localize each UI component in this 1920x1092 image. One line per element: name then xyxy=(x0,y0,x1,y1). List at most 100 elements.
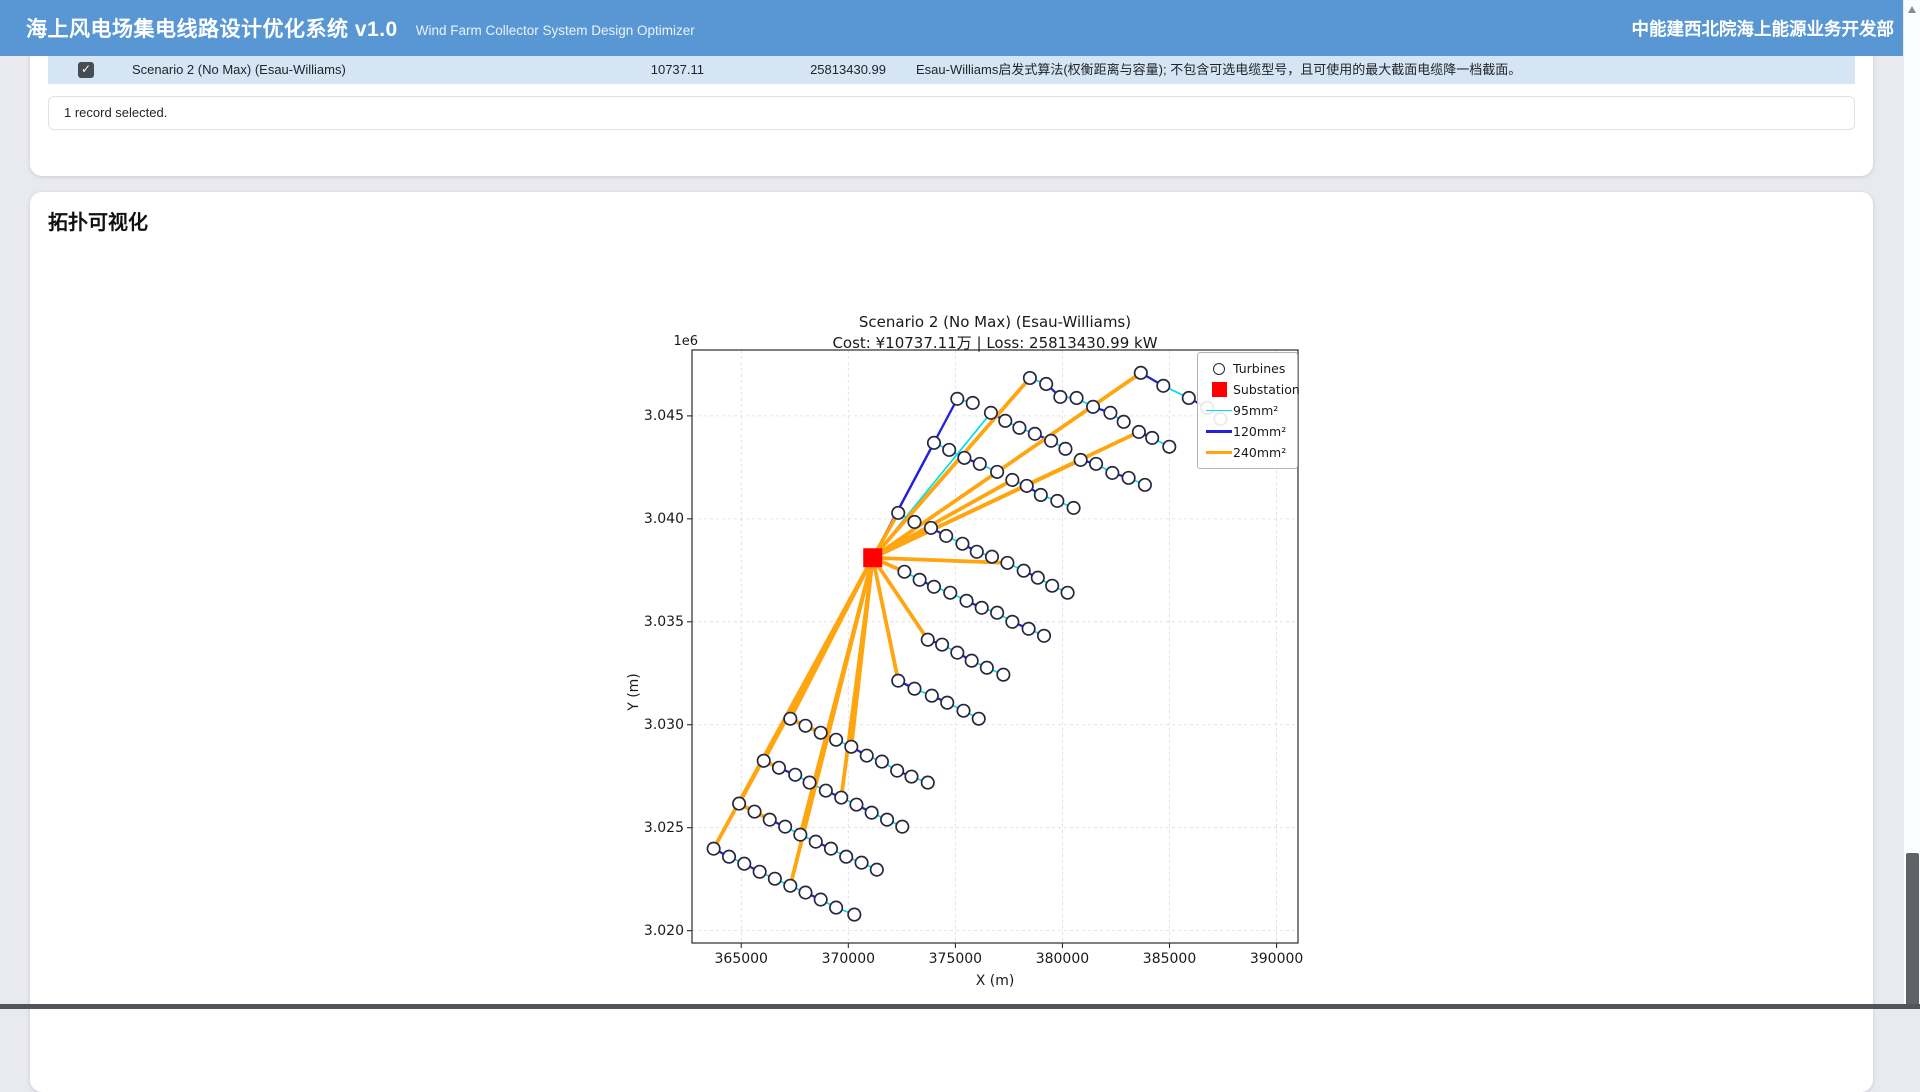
chart-legend: TurbinesSubstation95mm²120mm²240mm² xyxy=(1197,352,1298,469)
legend-label: 120mm² xyxy=(1233,424,1286,439)
turbine-marker xyxy=(951,393,963,405)
turbine-marker xyxy=(965,655,977,667)
x-tick-label: 365000 xyxy=(696,950,786,968)
turbine-marker xyxy=(940,530,952,542)
turbine-marker xyxy=(1135,367,1147,379)
x-axis-label: X (m) xyxy=(692,973,1298,989)
turbine-marker xyxy=(936,638,948,650)
topology-card: 拓扑可视化 Scenario 2 (No Max) (Esau-Williams… xyxy=(30,192,1873,1092)
turbine-marker xyxy=(845,741,857,753)
turbine-marker xyxy=(892,507,904,519)
app-header: 海上风电场集电线路设计优化系统 v1.0 Wind Farm Collector… xyxy=(0,0,1920,56)
turbine-marker xyxy=(881,813,893,825)
legend-item: 120mm² xyxy=(1205,421,1290,442)
turbine-marker xyxy=(748,805,760,817)
turbine-marker xyxy=(1006,616,1018,628)
turbine-marker xyxy=(944,587,956,599)
turbine-marker xyxy=(967,397,979,409)
turbine-marker xyxy=(898,566,910,578)
turbine-marker xyxy=(925,522,937,534)
turbine-marker xyxy=(941,697,953,709)
turbine-marker xyxy=(825,842,837,854)
y-tick-label: 3.045 xyxy=(622,407,684,425)
turbine-marker xyxy=(1157,380,1169,392)
turbine-marker xyxy=(1059,443,1071,455)
turbine-marker xyxy=(905,770,917,782)
cable-legend-icon-240 xyxy=(1205,451,1233,455)
turbine-marker xyxy=(1104,407,1116,419)
turbine-marker xyxy=(794,828,806,840)
turbine-marker xyxy=(892,674,904,686)
cable-legend-icon-120 xyxy=(1205,430,1233,432)
y-tick-label: 3.020 xyxy=(622,922,684,940)
turbine-marker xyxy=(764,813,776,825)
turbine-marker xyxy=(758,755,770,767)
turbine-marker xyxy=(1045,435,1057,447)
turbine-marker xyxy=(928,581,940,593)
turbine-marker xyxy=(971,546,983,558)
turbine-marker xyxy=(985,407,997,419)
turbine-marker xyxy=(850,798,862,810)
turbine-marker xyxy=(1087,401,1099,413)
legend-item: Turbines xyxy=(1205,358,1290,379)
turbine-marker xyxy=(1035,489,1047,501)
turbine-marker xyxy=(876,755,888,767)
turbine-marker xyxy=(908,683,920,695)
turbine-marker xyxy=(848,908,860,920)
turbine-marker xyxy=(958,452,970,464)
turbine-marker xyxy=(835,791,847,803)
page-scrollbar[interactable] xyxy=(1903,0,1920,1009)
x-tick-label: 375000 xyxy=(910,950,1000,968)
turbine-marker xyxy=(855,856,867,868)
legend-item: 240mm² xyxy=(1205,442,1290,463)
turbine-marker xyxy=(896,820,908,832)
turbine-marker xyxy=(830,734,842,746)
turbine-marker xyxy=(991,466,1003,478)
turbine-marker xyxy=(1074,454,1086,466)
turbine-marker xyxy=(1054,391,1066,403)
y-tick-label: 3.035 xyxy=(622,613,684,631)
turbine-marker xyxy=(926,690,938,702)
topology-chart: Scenario 2 (No Max) (Esau-Williams) Cost… xyxy=(590,305,1390,1025)
turbine-marker xyxy=(986,551,998,563)
turbine-marker xyxy=(1038,630,1050,642)
turbine-marker xyxy=(957,705,969,717)
turbine-marker xyxy=(976,602,988,614)
chart-title: Scenario 2 (No Max) (Esau-Williams) xyxy=(692,313,1298,331)
turbine-marker xyxy=(1020,480,1032,492)
turbine-marker xyxy=(1117,416,1129,428)
turbine-marker xyxy=(1024,372,1036,384)
turbine-marker xyxy=(1029,428,1041,440)
app-subtitle: Wind Farm Collector System Design Optimi… xyxy=(416,23,695,38)
x-tick-label: 390000 xyxy=(1232,950,1322,968)
legend-label: 95mm² xyxy=(1233,403,1278,418)
cable-legend-icon-95 xyxy=(1205,410,1233,412)
turbine-marker xyxy=(733,797,745,809)
window-bottom-edge xyxy=(0,1004,1920,1009)
turbine-marker xyxy=(922,776,934,788)
turbine-marker xyxy=(997,669,1009,681)
row-checkbox-checked-icon[interactable] xyxy=(78,62,94,78)
scrollbar-thumb[interactable] xyxy=(1906,853,1919,1009)
turbine-marker xyxy=(865,806,877,818)
turbine-marker xyxy=(973,713,985,725)
turbine-marker xyxy=(1067,502,1079,514)
turbine-marker xyxy=(738,858,750,870)
scenario-table-row[interactable]: Scenario 2 (No Max) (Esau-Williams) 1073… xyxy=(48,56,1855,84)
scrollbar-up-arrow-icon[interactable] xyxy=(1908,6,1916,13)
turbine-marker xyxy=(1146,432,1158,444)
y-tick-label: 3.025 xyxy=(622,819,684,837)
turbine-marker xyxy=(1106,467,1118,479)
turbine-marker xyxy=(1013,422,1025,434)
turbine-marker xyxy=(981,662,993,674)
turbine-marker xyxy=(1051,495,1063,507)
turbine-marker xyxy=(1040,378,1052,390)
turbine-marker xyxy=(1163,441,1175,453)
turbine-marker xyxy=(943,444,955,456)
turbine-marker xyxy=(784,713,796,725)
legend-item: 95mm² xyxy=(1205,400,1290,421)
app-title: 海上风电场集电线路设计优化系统 v1.0 xyxy=(26,13,398,43)
x-tick-label: 380000 xyxy=(1017,950,1107,968)
turbine-marker xyxy=(956,538,968,550)
turbine-marker xyxy=(891,764,903,776)
